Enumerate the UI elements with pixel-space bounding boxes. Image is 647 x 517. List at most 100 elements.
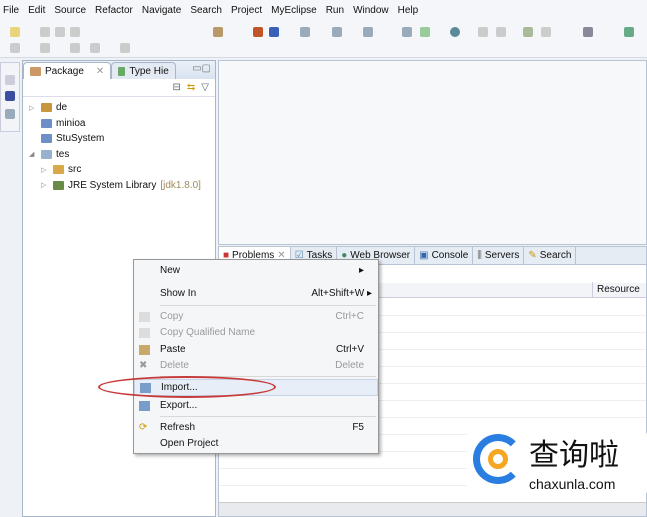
link-editor-icon[interactable]: ⇆ bbox=[187, 82, 195, 93]
tab-servers[interactable]: ⫼ Servers bbox=[473, 247, 525, 264]
globe-icon[interactable] bbox=[450, 27, 460, 37]
settings-icon[interactable] bbox=[624, 27, 634, 37]
menu-item-new[interactable]: New ▸ bbox=[134, 262, 378, 279]
tab-label: Console bbox=[431, 250, 469, 261]
tab-search[interactable]: ✎ Search bbox=[524, 247, 577, 264]
tree-label: StuSystem bbox=[56, 133, 105, 145]
forward-icon[interactable] bbox=[120, 43, 130, 53]
shortcut: Alt+Shift+W ▸ bbox=[311, 288, 372, 299]
publish-icon[interactable] bbox=[269, 27, 279, 37]
back-nav-icon[interactable] bbox=[90, 43, 100, 53]
menu-run[interactable]: Run bbox=[326, 5, 344, 16]
back-icon[interactable] bbox=[70, 43, 80, 53]
label: Export... bbox=[160, 400, 198, 411]
library-icon bbox=[53, 180, 64, 190]
minimize-maximize-icon[interactable]: ▭▢ bbox=[192, 63, 211, 74]
menu-search[interactable]: Search bbox=[190, 5, 222, 16]
menu-item-paste[interactable]: Paste Ctrl+V bbox=[134, 341, 378, 358]
folder-icon bbox=[41, 118, 52, 128]
menu-file[interactable]: File bbox=[3, 5, 19, 16]
expand-icon[interactable]: ▷ bbox=[29, 104, 37, 112]
deploy-icon[interactable] bbox=[253, 27, 263, 37]
label: Copy bbox=[160, 311, 184, 322]
expand-icon[interactable]: ▷ bbox=[41, 166, 49, 174]
hierarchy-icon bbox=[118, 66, 126, 76]
report-icon[interactable] bbox=[523, 27, 533, 37]
menu-myeclipse[interactable]: MyEclipse bbox=[271, 5, 317, 16]
editor-area bbox=[218, 60, 647, 245]
watermark-url: chaxunla.com bbox=[529, 476, 616, 492]
tree-item-de[interactable]: ▷ de bbox=[29, 100, 215, 116]
horizontal-scrollbar[interactable] bbox=[219, 502, 646, 516]
tool2-icon[interactable] bbox=[496, 27, 506, 37]
menu-item-refresh[interactable]: ⟳ Refresh F5 bbox=[134, 419, 378, 436]
search-tool-icon[interactable] bbox=[541, 27, 551, 37]
menu-navigate[interactable]: Navigate bbox=[142, 5, 181, 16]
tree-item-src[interactable]: ▷ src bbox=[29, 162, 215, 178]
menu-help[interactable]: Help bbox=[398, 5, 419, 16]
open-type-icon[interactable] bbox=[300, 27, 310, 37]
servers-icon: ⫼ bbox=[477, 250, 482, 261]
view-menu-icon[interactable]: ▽ bbox=[201, 82, 209, 93]
save-all-icon[interactable] bbox=[55, 27, 65, 37]
collapse-icon[interactable]: ◢ bbox=[29, 150, 37, 158]
collapse-all-icon[interactable]: ⊟ bbox=[173, 82, 181, 93]
run-icon[interactable] bbox=[332, 27, 342, 37]
menu-project[interactable]: Project bbox=[231, 5, 262, 16]
menu-item-copy-qualified-name[interactable]: Copy Qualified Name bbox=[134, 324, 378, 341]
label: Refresh bbox=[160, 422, 196, 433]
paste-icon bbox=[139, 344, 150, 355]
debug-icon[interactable] bbox=[363, 27, 373, 37]
folder-icon bbox=[41, 134, 52, 144]
print-icon[interactable] bbox=[70, 27, 80, 37]
expand-icon[interactable]: ▷ bbox=[41, 181, 49, 189]
perspective-icon[interactable] bbox=[583, 27, 593, 37]
separator bbox=[160, 305, 376, 306]
tab-type-hierarchy[interactable]: Type Hie bbox=[111, 62, 176, 79]
menu-refactor[interactable]: Refactor bbox=[95, 5, 133, 16]
column-header-resource[interactable]: Resource bbox=[592, 282, 644, 298]
source-folder-icon bbox=[53, 165, 64, 175]
menu-item-open-project[interactable]: Open Project bbox=[134, 435, 378, 452]
view-icon[interactable] bbox=[5, 91, 15, 101]
web-icon[interactable] bbox=[402, 27, 412, 37]
tool-icon[interactable] bbox=[478, 27, 488, 37]
tab-label: Search bbox=[539, 250, 572, 261]
tree-item-stusystem[interactable]: StuSystem bbox=[29, 131, 215, 147]
shortcut: Ctrl+C bbox=[335, 311, 364, 322]
label: Paste bbox=[160, 344, 186, 355]
menu-item-copy[interactable]: Copy Ctrl+C bbox=[134, 308, 378, 325]
new-icon[interactable] bbox=[10, 27, 20, 37]
close-icon[interactable]: ✕ bbox=[96, 66, 104, 77]
toolbar bbox=[0, 21, 647, 58]
menu-item-show-in[interactable]: Show In Alt+Shift+W ▸ bbox=[134, 285, 378, 302]
next-annotation-icon[interactable] bbox=[10, 43, 20, 53]
tab-console[interactable]: ▣ Console bbox=[415, 247, 474, 264]
menu-source[interactable]: Source bbox=[54, 5, 86, 16]
delete-icon: ✖ bbox=[139, 359, 148, 371]
menu-edit[interactable]: Edit bbox=[28, 5, 45, 16]
separator bbox=[160, 416, 376, 417]
watermark-logo-icon bbox=[473, 434, 523, 484]
watermark-title: 查询啦 bbox=[529, 438, 619, 473]
tree-decoration: [jdk1.8.0] bbox=[160, 179, 201, 191]
tab-package-explorer[interactable]: Package ✕ bbox=[23, 62, 112, 79]
menu-window[interactable]: Window bbox=[353, 5, 389, 16]
tree-item-tes[interactable]: ◢ tes bbox=[29, 147, 215, 163]
copy-icon bbox=[139, 311, 150, 322]
menu-bar: File Edit Source Refactor Navigate Searc… bbox=[0, 0, 647, 21]
menu-item-delete[interactable]: ✖ Delete Delete bbox=[134, 357, 378, 374]
menu-item-export[interactable]: Export... bbox=[134, 397, 378, 414]
wizard-icon[interactable] bbox=[420, 27, 430, 37]
save-icon[interactable] bbox=[40, 27, 50, 37]
restore-icon[interactable] bbox=[5, 75, 15, 85]
tree-label: de bbox=[56, 102, 68, 114]
tree-label: JRE System Library bbox=[68, 179, 157, 191]
prev-annotation-icon[interactable] bbox=[40, 43, 50, 53]
server-icon[interactable] bbox=[213, 27, 223, 37]
search-icon: ✎ bbox=[528, 250, 537, 261]
tree-item-minioa[interactable]: minioa bbox=[29, 116, 215, 132]
tree-item-jre[interactable]: ▷ JRE System Library [jdk1.8.0] bbox=[29, 178, 215, 194]
outline-icon[interactable] bbox=[5, 109, 15, 119]
shortcut: Ctrl+V bbox=[335, 344, 364, 355]
